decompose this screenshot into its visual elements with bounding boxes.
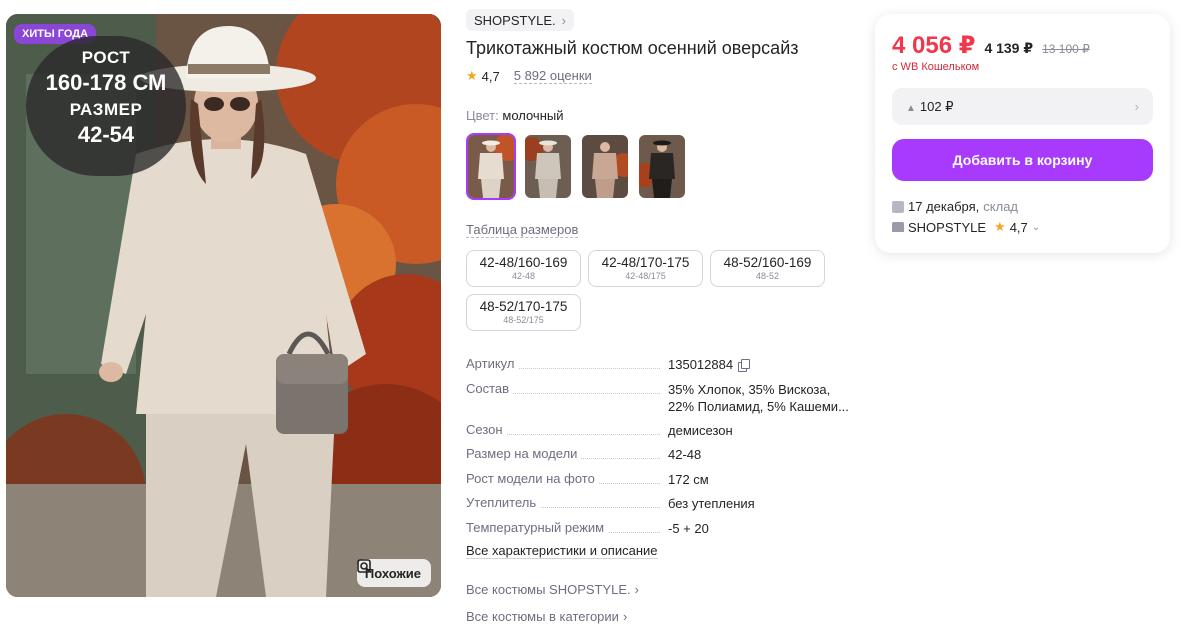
star-icon: ★ <box>466 68 478 83</box>
chevron-right-icon: › <box>561 12 566 28</box>
spec-row: Сезон демисезон <box>466 421 851 447</box>
size-main: 42-48/160-169 <box>479 255 568 270</box>
color-thumbnails <box>466 133 687 200</box>
specs-table: Артикул 135012884 Состав 35% Хлопок, 35%… <box>466 356 851 544</box>
color-thumbnail[interactable] <box>580 133 630 200</box>
price-card: 4 056 ₽ 4 139 ₽ 13 100 ₽ с WB Кошельком … <box>875 14 1170 253</box>
wallet-price: 4 056 ₽ <box>892 32 976 59</box>
size-option[interactable]: 48-52/170-175 48-52/175 <box>466 294 581 331</box>
seller-name: SHOPSTYLE <box>908 219 987 235</box>
spec-key: Состав <box>466 380 514 396</box>
color-value: молочный <box>502 108 564 123</box>
size-sub: 48-52 <box>755 271 780 281</box>
bonus-amount: 102 ₽ <box>919 98 954 114</box>
size-chart-link[interactable]: Таблица размеров <box>466 222 579 238</box>
spec-row: Рост модели на фото 172 см <box>466 470 851 496</box>
color-caption: Цвет: <box>466 108 499 123</box>
old-price: 13 100 ₽ <box>1042 42 1090 56</box>
promo-size-label: РАЗМЕР <box>69 100 143 119</box>
spec-key: Утеплитель <box>466 495 541 510</box>
size-option[interactable]: 42-48/160-169 42-48 <box>466 250 581 287</box>
spec-row: Размер на модели 42-48 <box>466 446 851 471</box>
spec-value: 172 см <box>668 471 709 487</box>
size-sub: 42-48/175 <box>625 271 666 281</box>
color-thumbnail[interactable] <box>637 133 687 200</box>
delivery-date: 17 декабря, <box>908 199 980 214</box>
chevron-down-icon: ⌄ <box>1031 221 1041 233</box>
spec-row: Утеплитель без утепления <box>466 495 851 520</box>
thumbnail-image <box>525 135 571 198</box>
similar-label: Похожие <box>364 565 421 581</box>
product-photo[interactable]: ХИТЫ ГОДА РОСТ 160-178 СМ РАЗМЕР 42-54 П… <box>6 14 441 597</box>
all-brand-label: Все костюмы SHOPSTYLE. <box>466 582 631 597</box>
color-thumbnail[interactable] <box>466 133 516 200</box>
delivery-source: склад <box>983 199 1019 214</box>
spec-key: Температурный режим <box>466 519 609 535</box>
delivery-row: 17 декабря, склад <box>892 199 1018 214</box>
add-to-cart-button[interactable]: Добавить в корзину <box>892 139 1153 181</box>
rating-row: ★ 4,7 5 892 оценки <box>466 68 592 84</box>
article-number: 135012884 <box>668 357 734 372</box>
brand-link[interactable]: SHOPSTYLE. › <box>466 9 574 31</box>
promo-height-value: 160-178 СМ <box>45 70 167 95</box>
promo-circle: РОСТ 160-178 СМ РАЗМЕР 42-54 <box>26 36 186 176</box>
spec-key: Сезон <box>466 421 507 437</box>
size-main: 42-48/170-175 <box>601 255 690 270</box>
spec-row: Артикул 135012884 <box>466 356 851 381</box>
chevron-right-icon: › <box>622 609 628 624</box>
spec-value: без утепления <box>668 496 755 511</box>
brand-name: SHOPSTYLE. <box>474 12 556 28</box>
star-icon: ★ <box>994 219 1006 234</box>
size-sub: 48-52/175 <box>503 315 544 325</box>
size-options: 42-48/160-169 42-48 42-48/170-175 42-48/… <box>466 250 846 331</box>
similar-search-icon <box>357 559 372 573</box>
spec-value: 35% Хлопок, 35% Вискоза, 22% Полиамид, 5… <box>668 381 849 414</box>
rating-value: 4,7 <box>481 68 500 84</box>
box-icon <box>892 200 904 213</box>
thumbnail-image <box>639 135 685 198</box>
promo-size-value: 42-54 <box>77 122 135 147</box>
similar-button[interactable]: Похожие <box>356 559 431 587</box>
size-main: 48-52/170-175 <box>479 299 568 314</box>
product-title: Трикотажный костюм осенний оверсайз <box>466 38 799 58</box>
all-specs-link[interactable]: Все характеристики и описание <box>466 543 658 559</box>
size-option[interactable]: 48-52/160-169 48-52 <box>710 250 825 287</box>
seller-rating: 4,7 <box>1009 219 1028 235</box>
chevron-right-icon: › <box>1134 99 1139 114</box>
spec-key: Размер на модели <box>466 446 582 461</box>
reviews-link[interactable]: 5 892 оценки <box>513 68 592 84</box>
spec-key: Рост модели на фото <box>466 470 599 486</box>
thumbnail-image <box>468 135 514 198</box>
thumbnail-image <box>582 135 628 198</box>
size-option[interactable]: 42-48/170-175 42-48/175 <box>588 250 703 287</box>
spec-row: Температурный режим -5 + 20 <box>466 519 851 545</box>
spec-key: Артикул <box>466 356 519 371</box>
spec-value: демисезон <box>668 422 733 438</box>
regular-price: 4 139 ₽ <box>984 40 1034 56</box>
chevron-right-icon: › <box>634 582 640 597</box>
copy-icon[interactable] <box>738 359 751 372</box>
arrow-up-icon: ▲ <box>906 102 916 114</box>
color-label: Цвет: молочный <box>466 108 564 123</box>
shop-icon <box>892 222 904 232</box>
wallet-note: с WB Кошельком <box>892 61 980 73</box>
size-sub: 42-48 <box>511 271 536 281</box>
promo-height-label: РОСТ <box>81 48 131 67</box>
spec-value: -5 + 20 <box>668 520 709 536</box>
all-brand-link[interactable]: Все костюмы SHOPSTYLE. › <box>466 582 639 597</box>
all-category-label: Все костюмы в категории <box>466 609 619 624</box>
color-thumbnail[interactable] <box>523 133 573 200</box>
size-main: 48-52/160-169 <box>723 255 812 270</box>
price-row: 4 056 ₽ 4 139 ₽ 13 100 ₽ <box>892 31 1090 60</box>
all-category-link[interactable]: Все костюмы в категории › <box>466 609 627 624</box>
bonus-row[interactable]: ▲ 102 ₽ › <box>892 88 1153 125</box>
seller-row[interactable]: SHOPSTYLE ★ 4,7 ⌄ <box>892 219 1040 235</box>
spec-row: Состав 35% Хлопок, 35% Вискоза, 22% Поли… <box>466 380 851 422</box>
spec-value: 42-48 <box>668 447 702 462</box>
